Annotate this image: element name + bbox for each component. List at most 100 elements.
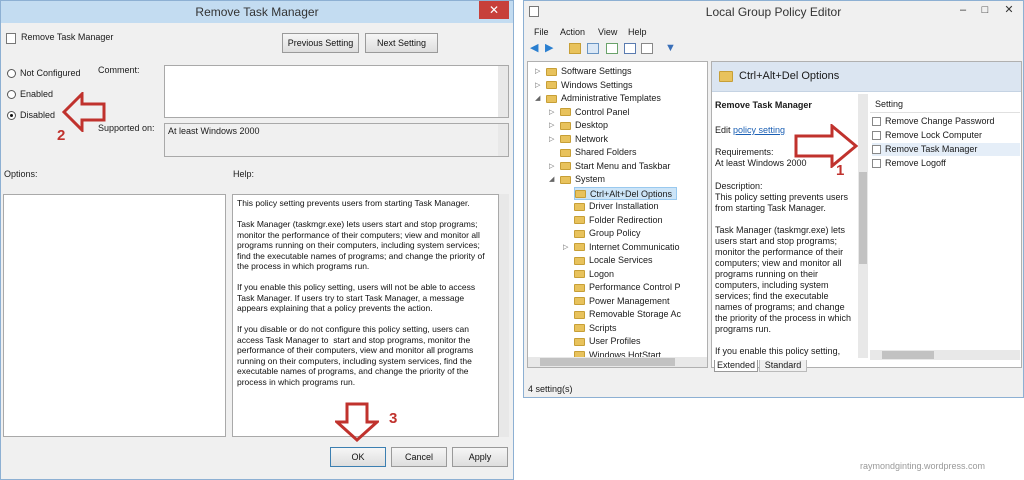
tree-item[interactable]: ▷ Internet Communicatio: [563, 241, 680, 254]
supported-scrollbar[interactable]: [498, 124, 508, 156]
menu-view[interactable]: View: [598, 27, 617, 37]
menu-file[interactable]: File: [534, 27, 549, 37]
policy-setting-icon: [872, 131, 881, 141]
collapse-arrow-icon[interactable]: ◢: [549, 173, 554, 186]
tree-item[interactable]: Logon: [574, 268, 614, 281]
close-button[interactable]: ✕: [479, 1, 509, 19]
ok-button[interactable]: OK: [330, 447, 386, 467]
settings-column-header[interactable]: Setting: [875, 99, 903, 109]
maximize-button[interactable]: □: [975, 1, 995, 19]
folder-icon: [574, 310, 585, 319]
folder-header-title: Ctrl+Alt+Del Options: [739, 70, 840, 82]
folder-icon: [574, 324, 585, 333]
setting-row[interactable]: Remove Logoff: [872, 157, 1020, 170]
radio-disabled[interactable]: [7, 111, 16, 120]
expand-arrow-icon[interactable]: ▷: [535, 65, 540, 78]
tree-item[interactable]: Folder Redirection: [574, 214, 663, 227]
tree-item[interactable]: Performance Control P: [574, 281, 681, 294]
radio-not-configured[interactable]: [7, 69, 16, 78]
tab-extended-label: Extended: [716, 360, 756, 370]
back-icon[interactable]: ◀: [530, 43, 542, 54]
folder-icon: [574, 243, 585, 252]
folder-icon: [574, 229, 585, 238]
export-list-icon[interactable]: [606, 43, 618, 54]
tree-item[interactable]: Locale Services: [574, 254, 653, 267]
tree-item[interactable]: Ctrl+Alt+Del Options: [574, 186, 678, 200]
tab-standard[interactable]: Standard: [759, 360, 807, 372]
tree-item[interactable]: Scripts: [574, 322, 617, 335]
setting-row[interactable]: Remove Task Manager: [872, 143, 1020, 156]
radio-disabled-label[interactable]: Disabled: [20, 110, 55, 120]
settings-scrollbar-thumb[interactable]: [882, 351, 934, 359]
forward-icon[interactable]: ▶: [545, 43, 557, 54]
folder-icon: [575, 190, 586, 199]
folder-icon: [546, 67, 557, 76]
tree-item[interactable]: ▷ Network: [549, 133, 608, 146]
tree-item[interactable]: ▷ Windows Settings: [535, 79, 633, 92]
tree-item-label: Group Policy: [589, 228, 641, 238]
comment-field[interactable]: [164, 65, 509, 118]
folder-icon: [574, 337, 585, 346]
radio-not-configured-label[interactable]: Not Configured: [20, 68, 81, 78]
tree-item[interactable]: ▷ Software Settings: [535, 65, 632, 78]
setting-row[interactable]: Remove Lock Computer: [872, 129, 1020, 142]
policy-setting-link[interactable]: policy setting: [733, 125, 785, 135]
close-button[interactable]: ✕: [999, 1, 1019, 19]
settings-scrollbar-h[interactable]: [870, 350, 1020, 360]
tree-scrollbar-h[interactable]: [528, 357, 707, 367]
gpedit-titlebar: Local Group Policy Editor – □ ✕: [524, 1, 1023, 23]
expand-arrow-icon[interactable]: ▷: [549, 119, 554, 132]
tree-item[interactable]: ◢ Administrative Templates: [535, 92, 661, 105]
expand-arrow-icon[interactable]: ▷: [549, 160, 554, 173]
menu-help[interactable]: Help: [628, 27, 647, 37]
up-folder-icon[interactable]: [569, 43, 581, 54]
properties-icon[interactable]: [641, 43, 653, 54]
description-scrollbar[interactable]: [858, 94, 868, 358]
tree-scrollbar-thumb[interactable]: [540, 358, 675, 366]
tree-item[interactable]: Power Management: [574, 295, 670, 308]
tree-item[interactable]: Driver Installation: [574, 200, 659, 213]
next-setting-button[interactable]: Next Setting: [365, 33, 438, 53]
comment-scrollbar[interactable]: [498, 66, 508, 117]
folder-icon: [560, 162, 571, 171]
description-scrollbar-thumb[interactable]: [859, 172, 867, 264]
down-arrow-annotation: [335, 402, 379, 442]
tree-item-label: Removable Storage Ac: [589, 309, 682, 319]
folder-icon: [560, 175, 571, 184]
policy-icon: [6, 33, 16, 44]
setting-label: Remove Task Manager: [885, 144, 978, 154]
tree-item[interactable]: ▷ Control Panel: [549, 106, 630, 119]
help-icon[interactable]: [624, 43, 636, 54]
collapse-arrow-icon[interactable]: ◢: [535, 92, 540, 105]
setting-row[interactable]: Remove Change Password: [872, 115, 1020, 128]
filter-icon[interactable]: ▼: [665, 43, 677, 54]
tree-item[interactable]: Group Policy: [574, 227, 641, 240]
tree-item[interactable]: ▷ Desktop: [549, 119, 609, 132]
folder-icon: [546, 94, 557, 103]
tree-item[interactable]: Shared Folders: [560, 146, 637, 159]
menu-action[interactable]: Action: [560, 27, 585, 37]
help-text: This policy setting prevents users from …: [237, 198, 485, 387]
tree-item-label: Start Menu and Taskbar: [575, 160, 671, 171]
show-hide-tree-icon[interactable]: [587, 43, 599, 54]
expand-arrow-icon[interactable]: ▷: [535, 79, 540, 92]
apply-button[interactable]: Apply: [452, 447, 508, 467]
radio-enabled[interactable]: [7, 90, 16, 99]
expand-arrow-icon[interactable]: ▷: [549, 133, 554, 146]
tree-item-label: Shared Folders: [575, 147, 637, 157]
previous-setting-button[interactable]: Previous Setting: [282, 33, 359, 53]
folder-icon: [560, 121, 571, 130]
help-scrollbar[interactable]: [499, 194, 509, 437]
tree-item[interactable]: User Profiles: [574, 335, 641, 348]
tree-item[interactable]: ▷ Start Menu and Taskbar: [549, 160, 671, 173]
tree-item[interactable]: Removable Storage Ac: [574, 308, 681, 321]
expand-arrow-icon[interactable]: ▷: [549, 106, 554, 119]
tree-item-label: Desktop: [575, 120, 609, 130]
expand-arrow-icon[interactable]: ▷: [563, 241, 568, 254]
tree-item[interactable]: ◢ System: [549, 173, 605, 186]
minimize-button[interactable]: –: [953, 1, 973, 19]
radio-enabled-label[interactable]: Enabled: [20, 89, 53, 99]
cancel-button[interactable]: Cancel: [391, 447, 447, 467]
tab-extended[interactable]: Extended: [714, 360, 758, 372]
left-arrow-annotation: [62, 92, 106, 132]
